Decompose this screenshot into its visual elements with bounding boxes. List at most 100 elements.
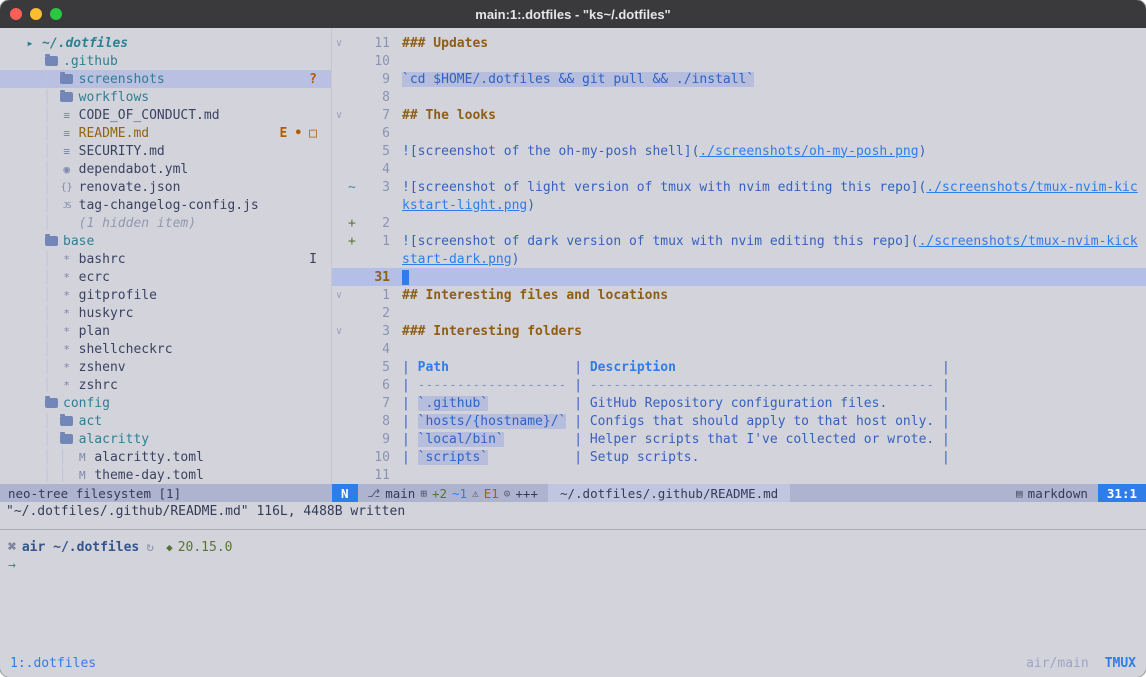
tree-item-renovate-json[interactable]: │ {}renovate.json	[0, 178, 331, 196]
tree-item-github[interactable]: .github	[0, 52, 331, 70]
file-path: ~/.dotfiles/.github/README.md	[548, 484, 790, 502]
line-text: ![screenshot of the oh-my-posh shell](./…	[390, 144, 926, 159]
editor-line-8[interactable]: 8	[332, 88, 1146, 106]
text: |	[402, 360, 418, 375]
text: | Setup scripts. |	[488, 450, 950, 465]
editor-line-10[interactable]: 10	[332, 52, 1146, 70]
cursor-block	[402, 270, 409, 285]
editor-line-6[interactable]: 6| ------------------- | ---------------…	[332, 376, 1146, 394]
editor-line-3[interactable]: ∨ 3 ### Interesting folders	[332, 322, 1146, 340]
tree-item-base[interactable]: base	[0, 232, 331, 250]
tree-item-label: config	[63, 396, 110, 411]
git-sign: +	[348, 234, 360, 249]
editor-line-5[interactable]: 5![screenshot of the oh-my-posh shell](.…	[332, 142, 1146, 160]
editor-line-11[interactable]: ∨11### Updates	[332, 34, 1146, 52]
tree-item-alacritty-toml[interactable]: │ │ Malacritty.toml	[0, 448, 331, 466]
editor-line-3[interactable]: ~3![screenshot of light version of tmux …	[332, 178, 1146, 196]
markdown-link[interactable]: ./screenshots/tmux-nvim-kic	[926, 180, 1137, 195]
tree-item-act[interactable]: │ act	[0, 412, 331, 430]
tree-item-1-hidden-item[interactable]: │ (1 hidden item)	[0, 214, 331, 232]
filetype-label: markdown	[1028, 486, 1088, 501]
window-title: main:1:.dotfiles - "ks~/.dotfiles"	[0, 7, 1146, 22]
editor-line-8[interactable]: 8| `hosts/{hostname}/` | Configs that sh…	[332, 412, 1146, 430]
git-sign: +	[348, 216, 360, 231]
editor-line-4[interactable]: 4	[332, 160, 1146, 178]
tree-item-security-md[interactable]: │ ≡SECURITY.md	[0, 142, 331, 160]
editor-line-9[interactable]: 9`cd $HOME/.dotfiles && git pull && ./in…	[332, 70, 1146, 88]
markdown-heading: ## The looks	[402, 108, 496, 123]
diagnostics-icon: ⚠	[472, 487, 479, 500]
markdown-link[interactable]: start-dark.png	[402, 252, 512, 267]
tree-item-screenshots[interactable]: │ screenshots?	[0, 70, 331, 88]
tmux-window-name[interactable]: 1:.dotfiles	[10, 656, 96, 671]
editor-line-9[interactable]: 9| `local/bin` | Helper scripts that I'v…	[332, 430, 1146, 448]
status-badge: □	[309, 126, 317, 141]
terminal-window: main:1:.dotfiles - "ks~/.dotfiles" ▸~/.d…	[0, 0, 1146, 677]
text: |	[676, 360, 950, 375]
editor-line-7[interactable]: ∨7## The looks	[332, 106, 1146, 124]
tree-item-label: shellcheckrc	[79, 342, 173, 357]
editor-line-4[interactable]: 4	[332, 340, 1146, 358]
mouse-ibeam-cursor: I	[309, 252, 331, 267]
shell-pane[interactable]: ⌘ air ~/.dotfiles ↻ ◆ 20.15.0 →	[0, 529, 1146, 649]
editor-line-6[interactable]: 6	[332, 124, 1146, 142]
extra-icon: ⊙	[504, 487, 511, 500]
zoom-button[interactable]	[50, 8, 62, 20]
markdown-heading: ### Interesting folders	[402, 324, 582, 339]
editor-line-2[interactable]: +2	[332, 214, 1146, 232]
tree-item-readme-md[interactable]: │ ≡README.mdE•□	[0, 124, 331, 142]
tree-item-dependabot-yml[interactable]: │ ◉dependabot.yml	[0, 160, 331, 178]
line-number: 3	[360, 324, 390, 339]
markdown-link[interactable]: ./screenshots/tmux-nvim-kick	[919, 234, 1138, 249]
tree-item-workflows[interactable]: │ workflows	[0, 88, 331, 106]
markdown-link[interactable]: ./screenshots/oh-my-posh.png	[699, 144, 918, 159]
tree-item-huskyrc[interactable]: │ *huskyrc	[0, 304, 331, 322]
tree-item-zshenv[interactable]: │ *zshenv	[0, 358, 331, 376]
text: ![screenshot of light version of tmux wi…	[402, 180, 926, 195]
line-text: kstart-light.png)	[390, 198, 535, 213]
editor-line-wrap[interactable]: start-dark.png)	[332, 250, 1146, 268]
tree-item-label: renovate.json	[79, 180, 181, 195]
tree-item-label: tag-changelog-config.js	[79, 198, 259, 213]
editor-line-11[interactable]: 11	[332, 466, 1146, 484]
tree-item-label: gitprofile	[79, 288, 157, 303]
editor-line-1[interactable]: +1![screenshot of dark version of tmux w…	[332, 232, 1146, 250]
fold-marker-icon[interactable]: ∨	[332, 326, 348, 337]
tree-item-label: bashrc	[79, 252, 126, 267]
editor-line-7[interactable]: 7| `.github` | GitHub Repository configu…	[332, 394, 1146, 412]
tree-item-config[interactable]: config	[0, 394, 331, 412]
tree-item-zshrc[interactable]: │ *zshrc	[0, 376, 331, 394]
editor-line-wrap[interactable]: kstart-light.png)	[332, 196, 1146, 214]
editor-line-1[interactable]: ∨1## Interesting files and locations	[332, 286, 1146, 304]
fold-marker-icon[interactable]: ∨	[332, 38, 348, 49]
editor-line-2[interactable]: 2	[332, 304, 1146, 322]
tree-item-tag-changelog-config-js[interactable]: │ JStag-changelog-config.js	[0, 196, 331, 214]
bot-file-icon: ◉	[59, 163, 75, 176]
tree-item-dotfiles[interactable]: ▸~/.dotfiles	[0, 34, 331, 52]
m-file-icon: M	[74, 451, 90, 464]
markdown-link[interactable]: kstart-light.png	[402, 198, 527, 213]
star-file-icon: *	[59, 307, 75, 320]
command-line[interactable]: "~/.dotfiles/.github/README.md" 116L, 44…	[0, 502, 1146, 520]
minimize-button[interactable]	[30, 8, 42, 20]
git-added-count: +2	[432, 486, 447, 501]
tree-item-ecrc[interactable]: │ *ecrc	[0, 268, 331, 286]
editor-line-5[interactable]: 5| Path | Description |	[332, 358, 1146, 376]
close-button[interactable]	[10, 8, 22, 20]
editor-cursor-line[interactable]: 31	[332, 268, 1146, 286]
tree-item-theme-day-toml[interactable]: │ │ Mtheme-day.toml	[0, 466, 331, 484]
extra-flags: +++	[515, 486, 538, 501]
tmux-session-name: air/main	[1026, 656, 1089, 671]
star-file-icon: *	[59, 271, 75, 284]
fold-marker-icon[interactable]: ∨	[332, 110, 348, 121]
tree-item-alacritty[interactable]: │ alacritty	[0, 430, 331, 448]
tree-item-code-of-conduct-md[interactable]: │ ≡CODE_OF_CONDUCT.md	[0, 106, 331, 124]
editor-line-10[interactable]: 10| `scripts` | Setup scripts. |	[332, 448, 1146, 466]
status-badge: E	[280, 126, 288, 141]
tree-item-bashrc[interactable]: │ *bashrcI	[0, 250, 331, 268]
fold-marker-icon[interactable]: ∨	[332, 290, 348, 301]
tree-item-plan[interactable]: │ *plan	[0, 322, 331, 340]
tree-item-gitprofile[interactable]: │ *gitprofile	[0, 286, 331, 304]
tree-item-shellcheckrc[interactable]: │ *shellcheckrc	[0, 340, 331, 358]
indent-guide: │	[43, 432, 59, 447]
